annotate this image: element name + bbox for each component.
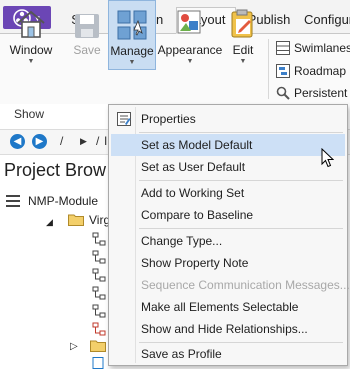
menu-separator — [139, 228, 343, 229]
breadcrumb-trail: I — [104, 134, 108, 148]
menu-item-label: Compare to Baseline — [141, 208, 254, 222]
swimlanes-icon — [276, 41, 290, 55]
menu-item-label: Save as Profile — [141, 347, 222, 361]
chevron-down-icon: ▼ — [27, 58, 35, 65]
window-button[interactable]: Window ▼ — [4, 0, 58, 66]
menu-item-set-user-default[interactable]: Set as User Default — [111, 156, 345, 178]
menu-item-set-model-default[interactable]: Set as Model Default — [111, 134, 345, 156]
menu-item-label: Set as Model Default — [141, 138, 253, 152]
menu-item-show-hide-relationships[interactable]: Show and Hide Relationships... — [111, 318, 345, 340]
menu-item-label: Properties — [141, 112, 196, 126]
chevron-down-icon: ▼ — [239, 58, 247, 65]
edit-label: Edit — [232, 43, 254, 57]
roadmap-icon — [276, 64, 290, 78]
project-browser-title: Project Brow — [4, 160, 107, 180]
expand-triangle-icon[interactable]: ◢ — [46, 217, 53, 228]
manage-label: Manage — [110, 44, 154, 58]
tab-configure[interactable]: Configure — [304, 8, 350, 33]
menu-item-label: Sequence Communication Messages... — [141, 278, 350, 292]
menu-item-label: Show Property Note — [141, 256, 249, 270]
save-button[interactable]: Save — [70, 0, 104, 66]
manage-dropdown-menu: Properties Set as Model Default Set as U… — [108, 104, 350, 366]
roadmap-label: Roadmap — [294, 64, 347, 78]
menu-item-label: Add to Working Set — [141, 186, 245, 200]
group-label-show: Show — [14, 107, 45, 121]
persistent-z-button[interactable]: Persistent Z — [276, 83, 350, 103]
swimlanes-label: Swimlanes — [294, 41, 350, 55]
edit-clipboard-icon — [231, 9, 253, 38]
breadcrumb-separator: / — [60, 134, 64, 148]
menu-separator — [139, 180, 343, 181]
diagram-icon — [92, 250, 106, 264]
window-house-icon — [17, 10, 45, 38]
back-arrow-icon[interactable]: ◀ — [10, 134, 25, 149]
red-diagram-icon — [92, 322, 106, 336]
manage-button[interactable]: Manage ▼ — [108, 0, 156, 70]
menu-item-label: Set as User Default — [141, 160, 246, 174]
menu-item-properties[interactable]: Properties — [111, 108, 345, 130]
diagram-icon — [92, 286, 106, 300]
menu-item-show-property-note[interactable]: Show Property Note — [111, 252, 345, 274]
appearance-palette-icon — [177, 10, 201, 34]
roadmap-button[interactable]: Roadmap — [276, 61, 346, 81]
save-label: Save — [73, 43, 101, 57]
magnifier-icon — [276, 86, 290, 100]
menu-item-make-selectable[interactable]: Make all Elements Selectable — [111, 296, 345, 318]
properties-icon — [117, 112, 131, 126]
menu-item-change-type[interactable]: Change Type... — [111, 230, 345, 252]
hamburger-menu-icon[interactable] — [6, 195, 20, 210]
collapsed-triangle-icon[interactable]: ▷ — [70, 341, 78, 352]
menu-item-sequence-messages[interactable]: Sequence Communication Messages... — [111, 274, 350, 296]
diagram-icon — [92, 232, 106, 246]
appearance-button[interactable]: Appearance ▼ — [158, 0, 222, 66]
appearance-label: Appearance — [157, 43, 223, 57]
menu-item-label: Make all Elements Selectable — [141, 300, 299, 314]
diagram-icon — [92, 268, 106, 282]
menu-item-save-profile[interactable]: Save as Profile — [111, 343, 345, 365]
chevron-down-icon: ▼ — [128, 59, 136, 66]
breadcrumb-separator: / — [96, 134, 100, 148]
document-icon — [92, 357, 104, 369]
save-disk-icon — [75, 14, 99, 38]
folder-icon — [68, 214, 84, 226]
menu-item-compare-baseline[interactable]: Compare to Baseline — [111, 204, 345, 226]
forward-arrow-icon[interactable]: ▶ — [32, 134, 47, 149]
folder-icon — [90, 340, 106, 352]
window-label: Window — [9, 43, 53, 57]
chevron-down-icon: ▼ — [186, 58, 194, 65]
persistent-z-label: Persistent Z — [294, 86, 350, 100]
menu-item-label: Change Type... — [141, 234, 223, 248]
menu-separator — [139, 132, 343, 133]
edit-button[interactable]: Edit ▼ — [226, 0, 260, 66]
manage-grid-icon — [117, 10, 147, 40]
mouse-cursor-icon — [321, 148, 334, 168]
tree-root-node[interactable]: NMP-Module — [28, 194, 98, 208]
menu-item-label: Show and Hide Relationships... — [141, 322, 308, 336]
chevron-right-icon[interactable]: ▶ — [80, 136, 87, 147]
menu-item-add-working-set[interactable]: Add to Working Set — [111, 182, 345, 204]
swimlanes-button[interactable]: Swimlanes — [276, 38, 350, 58]
ribbon-separator — [268, 39, 269, 99]
diagram-icon — [92, 304, 106, 318]
